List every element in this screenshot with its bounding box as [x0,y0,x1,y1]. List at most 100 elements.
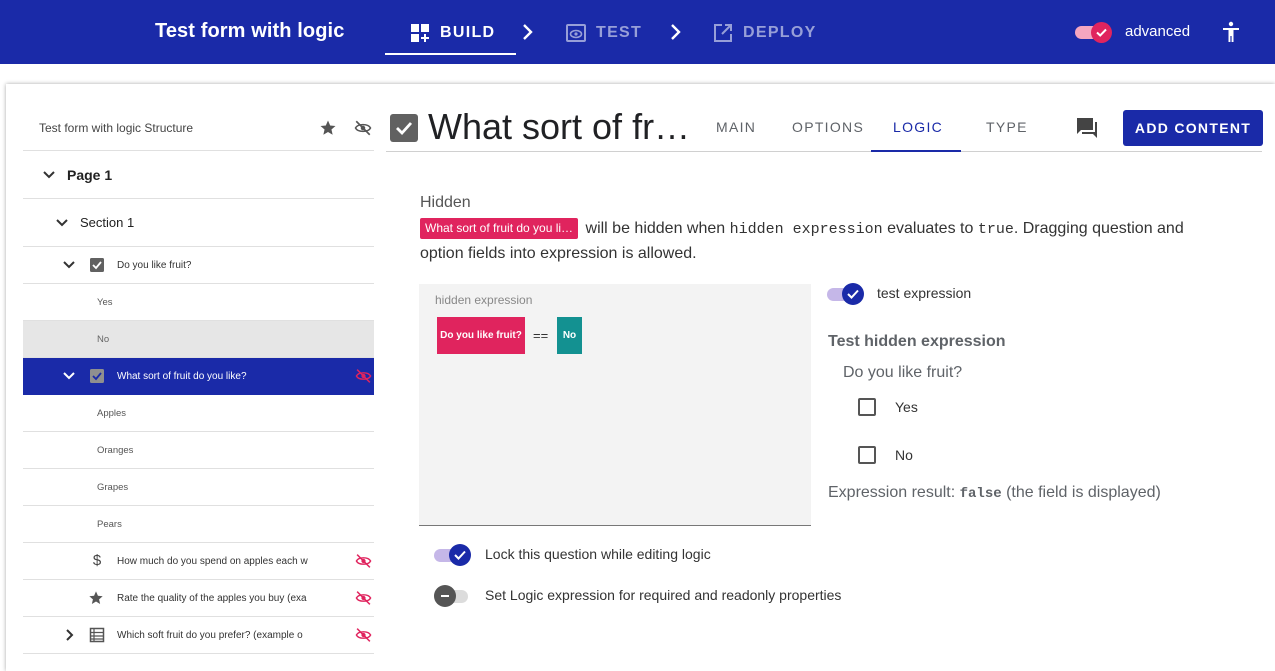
tree-item-option[interactable]: Pears [23,506,374,543]
checkbox-icon [90,369,104,383]
desc-text: evaluates to [882,220,978,237]
toggle-thumb [1091,22,1112,43]
dollar-icon: $ [92,552,102,569]
checkbox-icon [90,258,104,272]
structure-header: Test form with logic Structure [23,104,374,151]
tab-logic[interactable]: LOGIC [893,119,943,135]
build-step-label: BUILD [440,24,496,41]
required-readonly-label: Set Logic expression for required and re… [485,587,842,603]
test-step-tab[interactable]: TEST [566,21,642,45]
chevron-down-icon[interactable] [54,215,70,231]
build-icon [411,24,429,42]
check-icon [1096,28,1107,37]
toggle-thumb [449,544,471,566]
question-chip: What sort of fruit do you li… [420,218,579,240]
option-label: No [97,333,110,345]
option-label: Pears [97,518,122,530]
question-label: Which soft fruit do you prefer? (example… [117,629,303,641]
tree-item-option[interactable]: Grapes [23,469,374,506]
expression-value-chip[interactable]: No [557,317,582,354]
comment-icon[interactable] [1075,116,1099,140]
advanced-toggle[interactable] [1075,21,1113,43]
test-expression-toggle[interactable] [827,283,865,305]
app-title: Test form with logic [155,20,345,42]
option-label: Grapes [97,481,129,493]
tree-item-question-selected[interactable]: What sort of fruit do you like? [23,358,374,395]
result-value: false [959,486,1002,502]
result-prefix: Expression result: [828,484,960,501]
check-icon [454,550,466,560]
no-checkbox-label: No [895,447,913,463]
page-label: Page 1 [67,166,113,183]
desc-code: true [977,221,1014,238]
tabs-divider [386,151,1262,152]
grid-icon [89,627,105,643]
tree-item-question[interactable]: Rate the quality of the apples you buy (… [23,580,374,617]
visibility-off-icon[interactable] [355,590,372,607]
option-label: Yes [97,296,113,308]
lock-question-label: Lock this question while editing logic [485,546,711,562]
question-label: How much do you spend on apples each w [117,555,308,567]
expression-field-label: hidden expression [435,293,533,307]
tab-options[interactable]: OPTIONS [792,119,864,135]
accessibility-icon[interactable] [1219,20,1243,44]
option-label: Oranges [97,444,134,456]
tree-item-question[interactable]: Which soft fruit do you prefer? (example… [23,617,374,654]
chevron-down-icon[interactable] [41,167,57,183]
star-icon[interactable] [319,119,337,137]
question-title: What sort of fr… [428,106,691,147]
check-icon [396,122,413,136]
tab-main[interactable]: MAIN [716,119,756,135]
visibility-off-icon[interactable] [355,368,372,385]
structure-title: Test form with logic Structure [39,121,194,135]
toggle-thumb [434,585,456,607]
tab-type[interactable]: TYPE [986,119,1028,135]
tree-item-question[interactable]: Do you like fruit? [23,247,374,284]
open-in-new-icon [714,24,732,42]
star-icon [89,591,103,604]
preview-icon [566,24,586,42]
deploy-step-label: DEPLOY [743,24,817,41]
question-label: Do you like fruit? [117,259,192,271]
toggle-thumb [842,283,864,305]
expression-result: Expression result: false (the field is d… [828,484,1161,502]
chevron-down-icon[interactable] [61,368,77,384]
yes-checkbox-label: Yes [895,399,918,415]
expression-operator[interactable]: == [533,328,548,343]
build-active-indicator [385,53,516,55]
top-app-bar: Test form with logic BUILD TEST DEPLOY a… [0,0,1275,64]
chevron-right-icon[interactable] [61,627,77,643]
tree-item-option[interactable]: Oranges [23,432,374,469]
deploy-step-tab[interactable]: DEPLOY [713,21,817,45]
question-type-checkbox-icon [390,114,418,142]
chevron-down-icon[interactable] [61,257,77,273]
test-expression-label: test expression [877,285,972,301]
required-readonly-toggle[interactable] [434,585,472,607]
build-step-tab[interactable]: BUILD [410,21,495,45]
expression-question-chip[interactable]: Do you like fruit? [437,317,525,354]
yes-checkbox[interactable] [858,398,876,416]
question-label: What sort of fruit do you like? [117,370,247,382]
hidden-section-label: Hidden [420,194,471,211]
visibility-off-icon[interactable] [355,627,372,644]
tree-item-question[interactable]: $ How much do you spend on apples each w [23,543,374,580]
tree-item-page-1[interactable]: Page 1 [23,151,374,199]
add-content-button[interactable]: ADD CONTENT [1123,110,1263,146]
no-checkbox[interactable] [858,446,876,464]
lock-question-toggle[interactable] [434,544,472,566]
visibility-off-icon[interactable] [355,553,372,570]
hidden-expression-field[interactable]: hidden expression Do you like fruit? == … [419,284,811,526]
tree-item-option[interactable]: Yes [23,284,374,321]
result-suffix: (the field is displayed) [1001,484,1161,501]
tree-item-section-1[interactable]: Section 1 [23,199,374,247]
visibility-off-icon[interactable] [354,119,372,137]
test-step-label: TEST [596,24,643,41]
tree-item-option[interactable]: No [23,321,374,358]
desc-code: hidden expression [729,221,883,238]
check-icon [847,289,859,299]
tree-item-option[interactable]: Apples [23,395,374,432]
minus-icon [441,595,449,597]
chevron-right-icon [523,24,533,40]
test-title: Test hidden expression [828,333,1006,350]
question-label: Rate the quality of the apples you buy (… [117,592,307,604]
